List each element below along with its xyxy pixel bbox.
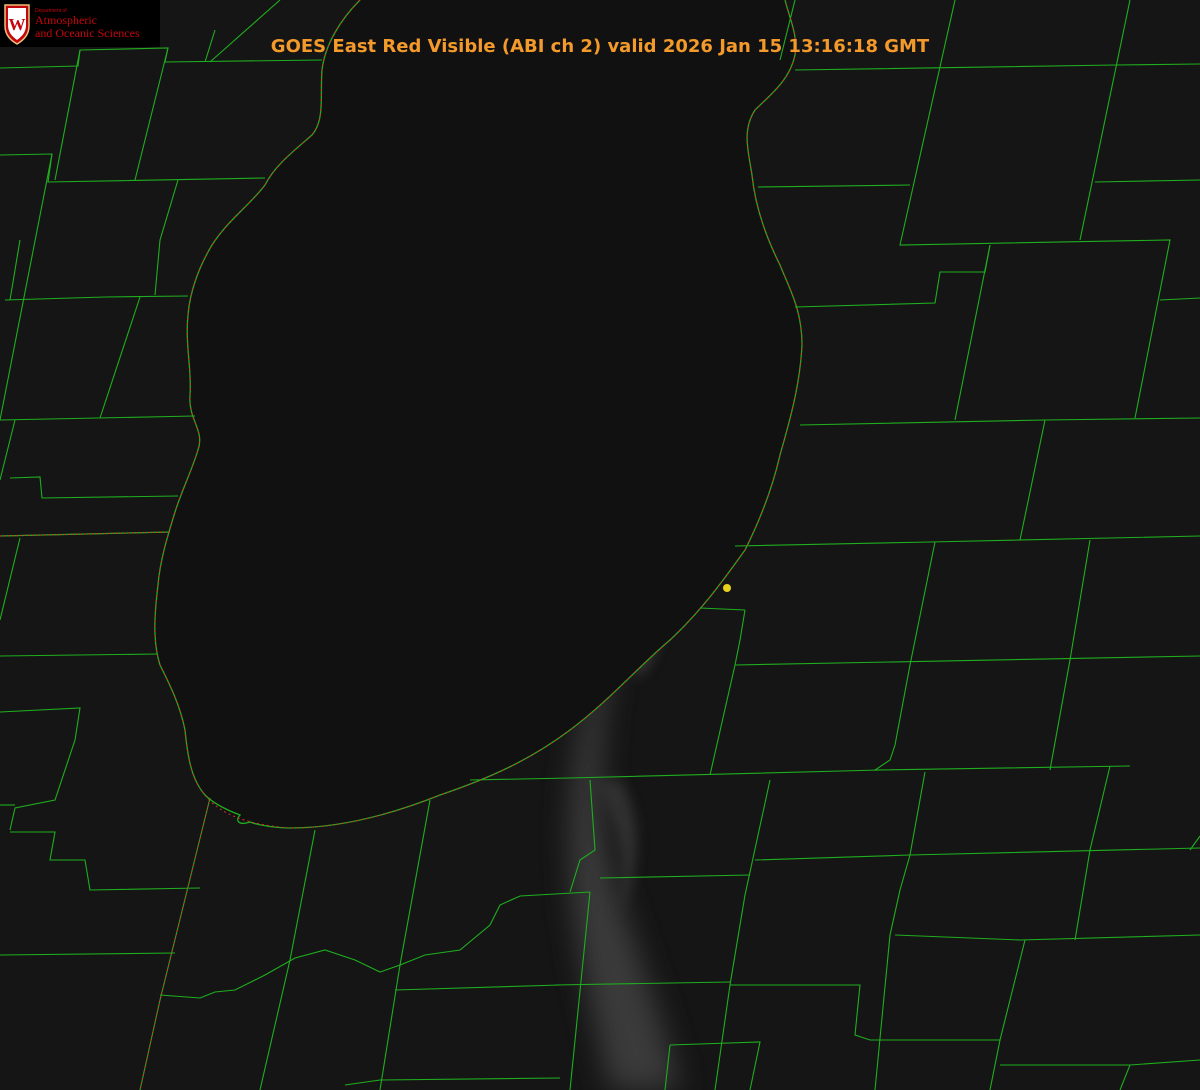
station-dot [723, 584, 731, 592]
image-title: GOES East Red Visible (ABI ch 2) valid 2… [0, 36, 1200, 58]
svg-text:W: W [9, 15, 26, 34]
image-title-text: GOES East Red Visible (ABI ch 2) valid 2… [270, 36, 930, 57]
satellite-map [0, 0, 1200, 1090]
